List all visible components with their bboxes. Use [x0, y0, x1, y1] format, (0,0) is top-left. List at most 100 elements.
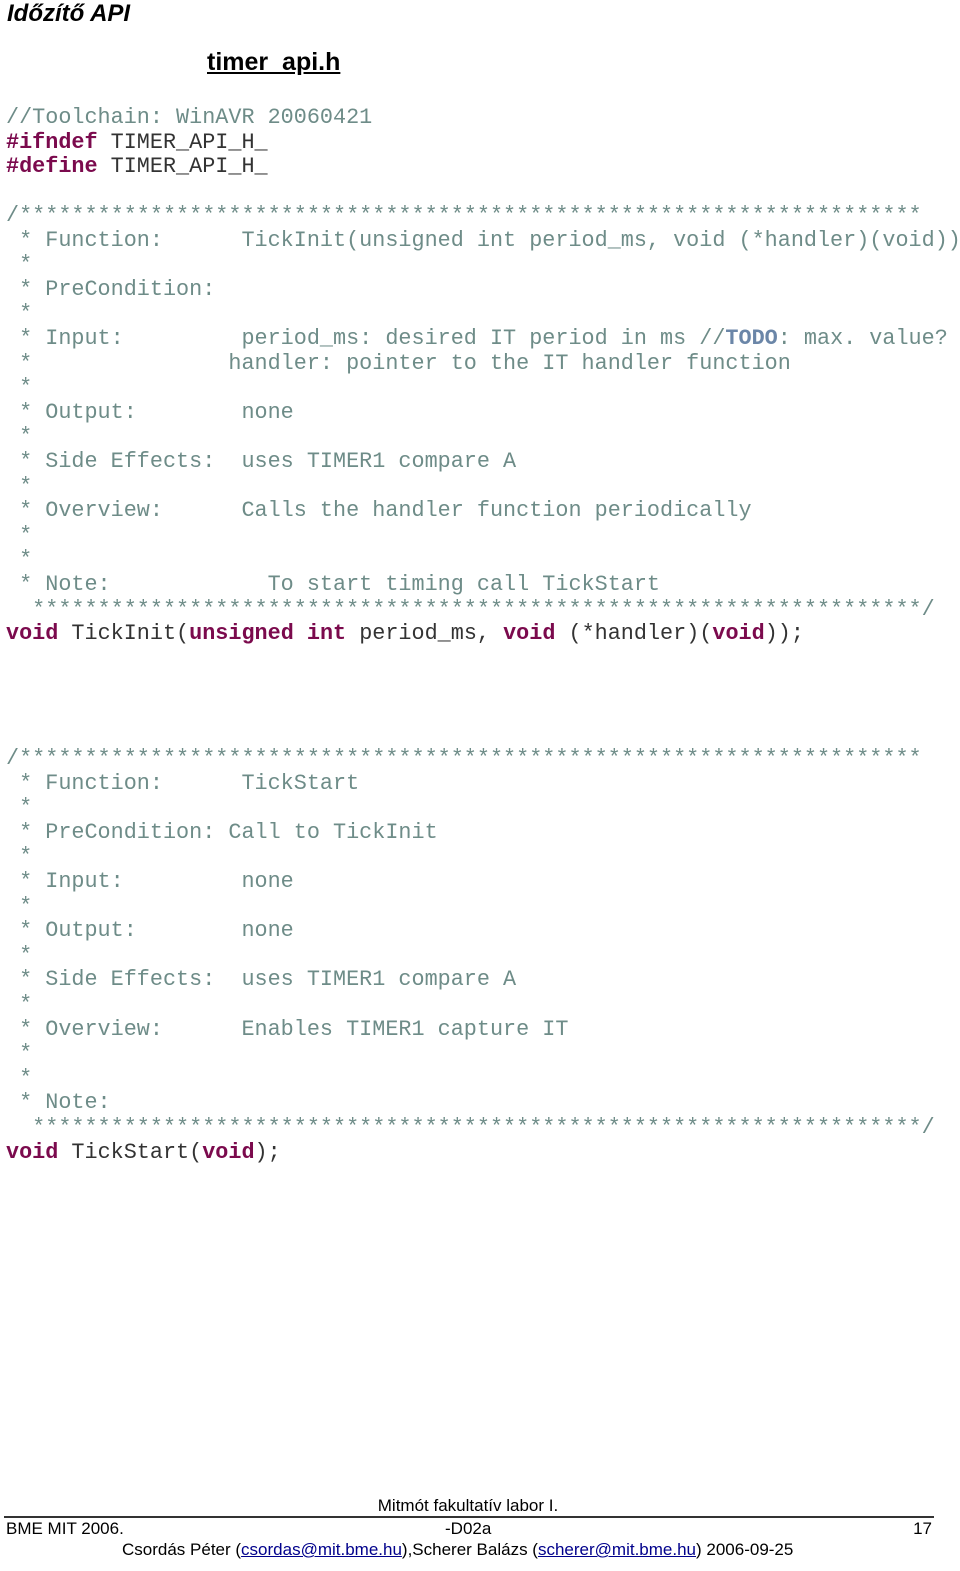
code-comment: * Input: period_ms: desired IT period in… — [6, 325, 726, 351]
code-comment: * Output: none — [6, 399, 294, 425]
code-comment: ****************************************… — [6, 1114, 935, 1140]
code-line: * — [6, 522, 960, 549]
code-comment: * Overview: Enables TIMER1 capture IT — [6, 1016, 569, 1042]
code-comment: * Function: TickStart — [6, 770, 360, 796]
code-text: TIMER_API_H_ — [97, 154, 268, 180]
code-line: * Output: none — [6, 399, 960, 426]
code-keyword: void — [6, 621, 59, 647]
code-comment: * PreCondition: Call to TickInit — [6, 819, 438, 845]
code-comment: //Toolchain: WinAVR 20060421 — [6, 105, 373, 130]
code-line: * — [6, 375, 960, 401]
code-line: * — [6, 302, 960, 327]
author2-name: ),Scherer Balázs ( — [401, 1540, 538, 1559]
code-comment: * — [6, 301, 33, 327]
code-comment: * — [6, 547, 33, 573]
code-line: void TickStart(void); — [6, 1139, 935, 1166]
code-comment: * — [6, 522, 33, 548]
code-todo-marker: TODO — [725, 325, 778, 351]
code-line: * — [6, 942, 935, 969]
code-line: //Toolchain: WinAVR 20060421 — [6, 105, 373, 131]
footer-document-id: -D02a — [445, 1519, 492, 1538]
code-comment: * — [6, 473, 33, 499]
code-line: #ifndef TIMER_API_H_ — [6, 129, 372, 156]
code-comment: * — [6, 1041, 33, 1067]
code-text: (*handler)( — [555, 621, 713, 647]
footer-course-name: Mitmót fakultatív labor I. — [377, 1496, 559, 1515]
code-comment: /***************************************… — [6, 746, 922, 771]
code-text: ); — [254, 1139, 281, 1165]
code-line: * Side Effects: uses TIMER1 compare A — [6, 968, 935, 993]
code-line: * — [6, 1041, 935, 1067]
code-line: * Note: — [6, 1091, 935, 1116]
code-comment: * — [6, 1065, 33, 1091]
code-line: * Input: none — [6, 869, 935, 895]
code-comment: * Output: none — [6, 918, 294, 944]
footer-page-number: 17 — [913, 1519, 932, 1538]
code-comment: * Overview: Calls the handler function p… — [6, 498, 752, 524]
code-block-tickinit: /***************************************… — [6, 203, 960, 647]
code-line: * — [6, 548, 960, 573]
code-block-header-guards: //Toolchain: WinAVR 20060421 #ifndef TIME… — [6, 105, 373, 180]
footer-organization: BME MIT 2006. — [6, 1519, 124, 1538]
code-line: * — [6, 991, 935, 1018]
code-comment: * — [6, 893, 33, 919]
code-comment: * handler: pointer to the IT handler fun… — [6, 350, 791, 376]
author1-email-link[interactable]: csordas@mit.bme.hu — [241, 1540, 402, 1559]
code-text: period_ms, — [346, 621, 504, 647]
code-comment: * PreCondition: — [6, 276, 216, 302]
code-comment: ****************************************… — [6, 596, 935, 622]
footer-divider — [4, 1516, 934, 1518]
code-text: TickStart( — [58, 1139, 203, 1165]
code-comment: * Side Effects: uses TIMER1 compare A — [6, 967, 517, 993]
code-comment: * — [6, 991, 33, 1017]
code-line: * — [6, 845, 935, 870]
code-line: * Input: period_ms: desired IT period in… — [6, 325, 960, 352]
code-comment: * Function: TickInit(unsigned int period… — [6, 227, 960, 253]
code-line: /***************************************… — [6, 746, 935, 772]
code-comment: * — [6, 375, 33, 401]
code-comment: * — [6, 942, 33, 968]
code-keyword: #define — [6, 154, 98, 180]
code-line: * Overview: Calls the handler function p… — [6, 498, 960, 524]
code-text: TIMER_API_H_ — [97, 129, 268, 155]
code-line: * Side Effects: uses TIMER1 compare A — [6, 449, 960, 475]
code-keyword: #ifndef — [6, 129, 98, 155]
code-comment: * — [6, 795, 33, 821]
code-line: * — [6, 1065, 935, 1092]
code-block-tickstart: /***************************************… — [6, 746, 935, 1166]
code-keyword: void — [202, 1139, 255, 1165]
code-text: )); — [764, 621, 804, 647]
code-line: * — [6, 425, 960, 450]
code-line: * PreCondition: Call to TickInit — [6, 819, 935, 846]
code-comment: * Note: — [6, 1090, 111, 1116]
footer-authors: Csordás Péter (csordas@mit.bme.hu),Scher… — [122, 1540, 793, 1560]
code-keyword: unsigned int — [189, 621, 347, 647]
code-line: * Note: To start timing call TickStart — [6, 572, 960, 598]
code-line: * Overview: Enables TIMER1 capture IT — [6, 1016, 935, 1043]
code-line: * Function: TickInit(unsigned int period… — [6, 227, 960, 254]
code-comment: : max. value? — [777, 325, 948, 351]
code-comment: * — [6, 252, 33, 278]
document-title: Időzítő API — [7, 0, 131, 27]
code-line: /***************************************… — [6, 203, 960, 229]
footer-row: BME MIT 2006. -D02a 17 — [0, 1519, 960, 1539]
code-line: #define TIMER_API_H_ — [6, 154, 372, 180]
code-keyword: void — [712, 621, 765, 647]
code-line: * — [6, 473, 960, 500]
code-comment: * — [6, 424, 33, 450]
footer-date: ) 2006-09-25 — [696, 1540, 794, 1559]
code-comment: * — [6, 844, 33, 870]
author2-email-link[interactable]: scherer@mit.bme.hu — [538, 1540, 696, 1559]
code-line: * handler: pointer to the IT handler fun… — [6, 350, 960, 377]
code-keyword: void — [503, 621, 556, 647]
file-name-heading: timer_api.h — [207, 48, 341, 76]
code-line: ****************************************… — [6, 596, 960, 623]
code-line: * — [6, 252, 960, 278]
code-line: * — [6, 795, 935, 821]
code-line: ****************************************… — [6, 1114, 935, 1141]
code-line: * PreCondition: — [6, 276, 960, 303]
code-line: void TickInit(unsigned int period_ms, vo… — [6, 621, 960, 647]
author1-name: Csordás Péter ( — [122, 1540, 242, 1559]
code-line: * — [6, 893, 935, 920]
code-text: TickInit( — [58, 621, 190, 647]
